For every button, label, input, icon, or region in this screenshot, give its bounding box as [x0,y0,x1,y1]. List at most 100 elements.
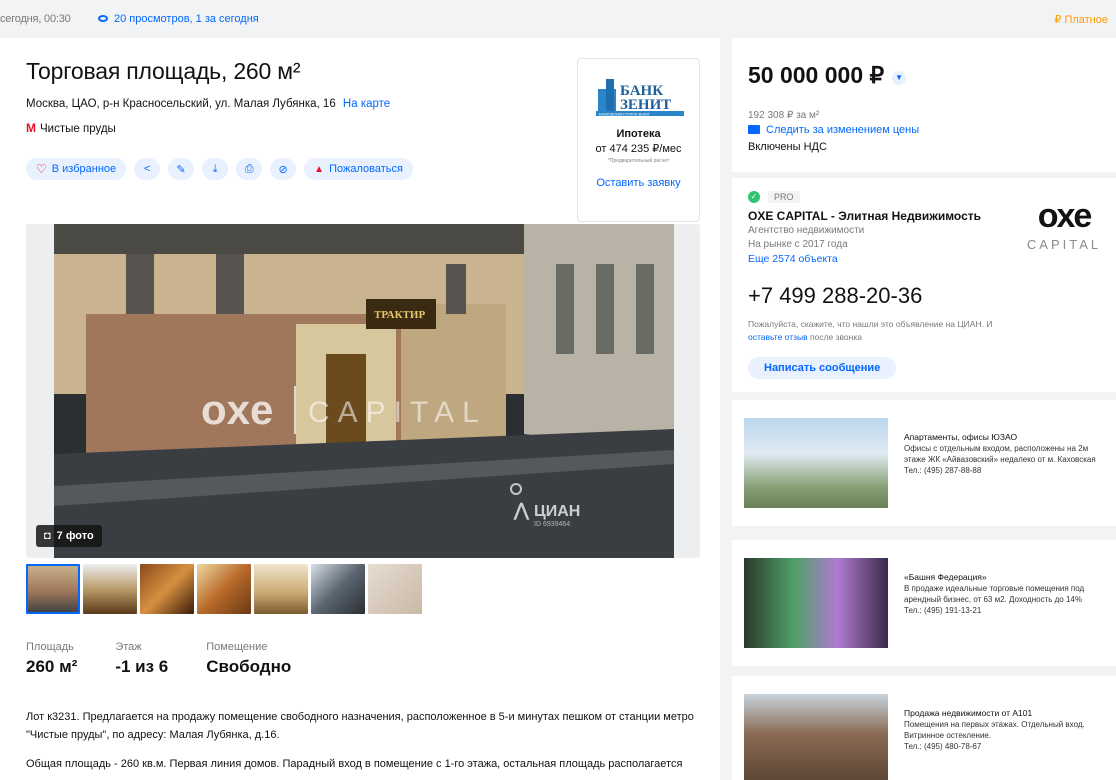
edit-icon: ✎ [176,163,186,176]
share-icon: < [143,163,151,175]
svg-text:⋀: ⋀ [513,500,530,520]
download-icon: ⤓ [212,162,218,175]
main-photo[interactable]: ТРАКТИР oxe CAPITAL ⋀ ЦИАН ID 6939464 ◘ 7… [26,224,700,558]
metro-station[interactable]: М Чистые пруды [26,121,116,135]
description: Лот к3231. Предлагается на продажу помещ… [26,708,696,780]
agent-since: На рынке с 2017 года [748,239,848,250]
agent-name[interactable]: OXE CAPITAL - Элитная Недвижимость [748,209,981,223]
favorite-label: В избранное [51,163,117,175]
ad-text: Продажа недвижимости от А101 Помещения н… [904,708,1108,752]
thumbnail[interactable] [311,564,365,614]
ad-card[interactable]: Продажа недвижимости от А101 Помещения н… [732,676,1116,780]
ad-image [744,558,888,648]
hint-text-end: после звонка [807,332,862,342]
bank-zenit-logo: БАНК ЗЕНИТ БАНКОВСКАЯ ГРУППА ЗЕНИТ [596,79,684,117]
hint-text: Пожалуйста, скажите, что нашли это объяв… [748,319,993,329]
favorite-button[interactable]: ♡ В избранное [26,158,127,180]
agent-kind: Агентство недвижимости [748,225,865,236]
fact-label: Помещение [206,641,268,653]
mortgage-note: *Предварительный расчет [607,158,670,164]
cian-id: ID 6939464 [534,521,570,528]
thumbnail[interactable] [26,564,80,614]
ad-image [744,694,888,780]
share-button[interactable]: < [134,158,161,180]
print-icon: ⎙ [244,162,254,175]
action-bar: ♡ В избранное < ✎ ⤓ ⎙ ⊘ ▲ Пожаловаться [26,158,413,180]
address: Москва, ЦАО, р-н Красносельский, ул. Мал… [26,98,390,110]
ad-card[interactable]: «Башня Федерация» В продаже идеальные то… [732,540,1116,666]
pro-tag: PRO [768,191,800,203]
ad-body: Помещения на первых этажах. Отдельный вх… [904,720,1085,740]
metro-name: Чистые пруды [40,123,116,135]
fact-premises: Помещение Свободно [206,641,291,677]
fact-area: Площадь 260 м² [26,641,77,677]
listing-main: Торговая площадь, 260 м² Москва, ЦАО, р-… [0,38,720,780]
review-link[interactable]: оставьте отзыв [748,332,808,342]
ad-phone: Тел.: (495) 480-78-67 [904,742,982,751]
top-info-bar: сегодня, 00:30 20 просмотров, 1 за сегод… [0,0,1116,38]
mortgage-rate: от 474 235 ₽/мес [595,143,682,155]
key-facts: Площадь 260 м² Этаж -1 из 6 Помещение Св… [26,641,329,677]
ad-text: «Башня Федерация» В продаже идеальные то… [904,572,1108,616]
tavern-sign: ТРАКТИР [374,309,425,321]
eye-icon [98,15,108,22]
thumbnail[interactable] [140,564,194,614]
vat-note: Включены НДС [748,141,827,153]
ad-title: Продажа недвижимости от А101 [904,708,1033,718]
photo-count-badge[interactable]: ◘ 7 фото [36,525,102,547]
bank-name-2: ЗЕНИТ [620,97,671,113]
verified-icon: ✓ [748,191,760,203]
svg-text:oxe: oxe [201,386,273,433]
call-hint: Пожалуйста, скажите, что нашли это объяв… [748,318,1008,344]
warning-icon: ▲ [314,163,325,175]
thumbnail[interactable] [368,564,422,614]
ad-image [744,418,888,508]
download-button[interactable]: ⤓ [202,158,229,180]
views-label: 20 просмотров, 1 за сегодня [114,13,259,25]
ad-body: В продаже идеальные торговые помещения п… [904,584,1085,604]
pro-badge: ✓ PRO [748,191,800,203]
logo-word: oxe [1037,197,1093,235]
thumbnail[interactable] [254,564,308,614]
price: 50 000 000 ₽ ▼ [748,62,907,89]
write-message-button[interactable]: Написать сообщение [748,357,897,379]
mortgage-label: Ипотека [616,128,661,140]
envelope-icon [748,125,760,134]
fact-value: -1 из 6 [115,657,169,676]
ad-body: Офисы с отдельным входом, расположены на… [904,444,1096,464]
follow-label: Следить за изменением цены [766,124,920,136]
agent-phone[interactable]: +7 499 288-20-36 [748,283,922,309]
ad-title: «Башня Федерация» [904,572,987,582]
ad-phone: Тел.: (495) 287-88-88 [904,466,982,475]
report-button[interactable]: ▲ Пожаловаться [304,158,413,180]
fact-floor: Этаж -1 из 6 [115,641,168,677]
ad-text: Апартаменты, офисы ЮЗАО Офисы с отдельны… [904,432,1108,476]
map-link[interactable]: На карте [343,98,390,110]
heart-icon: ♡ [36,162,47,176]
thumbnail[interactable] [197,564,251,614]
report-label: Пожаловаться [329,163,403,175]
hide-button[interactable]: ⊘ [270,158,297,180]
fact-label: Площадь [26,641,74,653]
edit-button[interactable]: ✎ [168,158,195,180]
thumbnail[interactable] [83,564,137,614]
ad-card[interactable]: Апартаменты, офисы ЮЗАО Офисы с отдельны… [732,400,1116,526]
description-paragraph: Лот к3231. Предлагается на продажу помещ… [26,711,694,741]
metro-icon: М [26,121,36,135]
agent-more-link[interactable]: Еще 2574 объекта [748,253,838,265]
camera-icon: ◘ [44,530,51,542]
views-link[interactable]: 20 просмотров, 1 за сегодня [98,13,259,25]
fact-label: Этаж [115,641,142,653]
logo-sub: CAPITAL [1026,237,1102,252]
agent-card: ✓ PRO OXE CAPITAL - Элитная Недвижимость … [732,178,1116,392]
agent-logo[interactable]: oxe CAPITAL [1020,196,1108,268]
chevron-down-icon[interactable]: ▼ [892,71,907,85]
mortgage-request-link[interactable]: Оставить заявку [578,177,699,189]
cian-watermark: ЦИАН [534,503,580,520]
thumbnail-strip [26,564,422,614]
bank-name-3: БАНКОВСКАЯ ГРУППА ЗЕНИТ [599,113,651,117]
ad-phone: Тел.: (495) 191-13-21 [904,606,982,615]
follow-price-link[interactable]: Следить за изменением цены [748,124,919,136]
print-button[interactable]: ⎙ [236,158,263,180]
address-text: Москва, ЦАО, р-н Красносельский, ул. Мал… [26,98,336,110]
